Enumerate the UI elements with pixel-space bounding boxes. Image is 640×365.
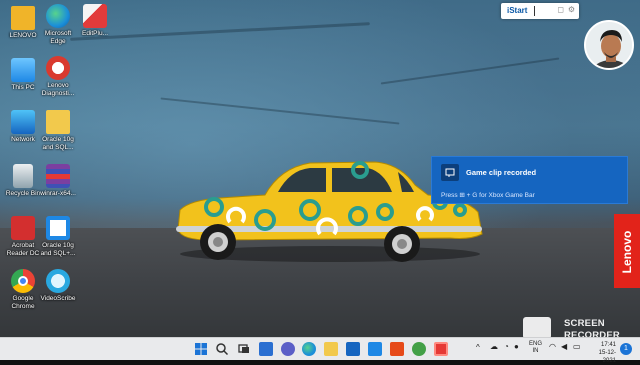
taskbar-mail[interactable] [346,342,360,356]
oracle-app-icon [46,216,70,240]
desktop-icon-label: Lenovo Diagnosti... [41,82,75,97]
search-widget[interactable]: iStart ◻ ⚙ [501,3,579,19]
taskbar-edge[interactable] [302,342,316,356]
language-indicator[interactable]: ENG IN [529,341,542,355]
desktop-icon-label: VideoScribe [40,295,76,302]
desktop-icon-editplus[interactable]: EditPlu... [72,4,118,38]
wifi-icon[interactable]: ◠ [549,343,556,351]
region-code: IN [532,348,539,354]
battery-icon[interactable]: ▭ [573,343,581,351]
recorder-logo-icon [523,317,551,339]
desktop-icon-lenovo-diagnostics[interactable]: Lenovo Diagnosti... [35,56,81,98]
search-text: iStart [507,6,528,15]
gear-icon[interactable]: ⚙ [568,5,575,14]
microphone-icon[interactable]: ● [514,343,519,351]
recycle-bin-icon [13,164,33,188]
desktop-icon-winrar[interactable]: winrar-x64... [35,164,81,198]
capture-icon [441,164,459,181]
taskbar-screen-recorder[interactable] [434,342,448,356]
widgets-button[interactable] [259,342,273,356]
text-cursor [534,6,535,16]
wall-texture [160,97,400,125]
speaker-icon[interactable]: ◀ [561,343,567,351]
language-code: ENG [529,341,543,347]
task-view-button[interactable] [237,342,251,356]
taskbar-office[interactable] [390,342,404,356]
task-view-icon [238,344,249,353]
wall-texture [380,57,560,85]
desktop-icon-label: EditPlu... [81,30,108,37]
watermark-line-1: SCREEN [564,318,605,329]
cloud-icon[interactable]: ☁ [490,343,498,351]
diagnostics-icon [46,56,70,80]
edge-icon [46,4,70,28]
clock[interactable]: 17:41 15-12-2021 [586,341,616,365]
game-clip-toast[interactable]: Game clip recorded Press ⊞ + G for Xbox … [431,156,628,204]
clock-date: 15-12-2021 [598,350,616,364]
desktop-icon-oracle-1[interactable]: Oracle 10g and SQL... [35,110,81,152]
clock-time: 17:41 [600,342,616,348]
network-icon [11,110,35,134]
taskbar-paint[interactable] [412,342,426,356]
windows-icon [195,343,207,355]
computer-icon [11,58,35,82]
videoscribe-icon [46,269,70,293]
taskbar-file-explorer[interactable] [324,342,338,356]
start-button[interactable] [194,342,208,356]
chrome-icon [11,269,35,293]
lenovo-brand-tab: Lenovo [614,214,640,288]
notification-badge[interactable]: 1 [620,343,632,355]
taskbar-search-button[interactable] [215,342,229,356]
winrar-icon [46,164,70,188]
toast-body: Press ⊞ + G for Xbox Game Bar [441,192,535,199]
folder-icon [46,110,70,134]
taskbar: ^ ☁ ◔ ● ENG IN ◠ ◀ ▭ 17:41 15-12-2021 1 [0,337,640,364]
window-icon[interactable]: ◻ [557,5,564,14]
desktop-icon-label: Oracle 10g and SQL... [42,136,74,151]
taskbar-lenovo-app[interactable] [368,342,382,356]
editplus-icon [83,4,107,28]
acrobat-icon [11,216,35,240]
search-icon [216,343,229,356]
chat-button[interactable] [281,342,295,356]
folder-icon [11,6,35,30]
desktop-icon-label: winrar-x64... [40,190,76,197]
network-tray-icon[interactable]: ◔ [504,343,509,351]
desktop-icon-oracle-2[interactable]: Oracle 10g and SQL+... [35,216,81,258]
webcam-avatar [584,20,634,70]
desktop-icon-videoscribe[interactable]: VideoScribe [35,269,81,303]
lenovo-brand-text: Lenovo [620,230,634,274]
show-hidden-icons-button[interactable]: ^ [476,344,480,352]
toast-title: Game clip recorded [466,168,537,177]
desktop-icon-label: Oracle 10g and SQL+... [40,242,76,257]
